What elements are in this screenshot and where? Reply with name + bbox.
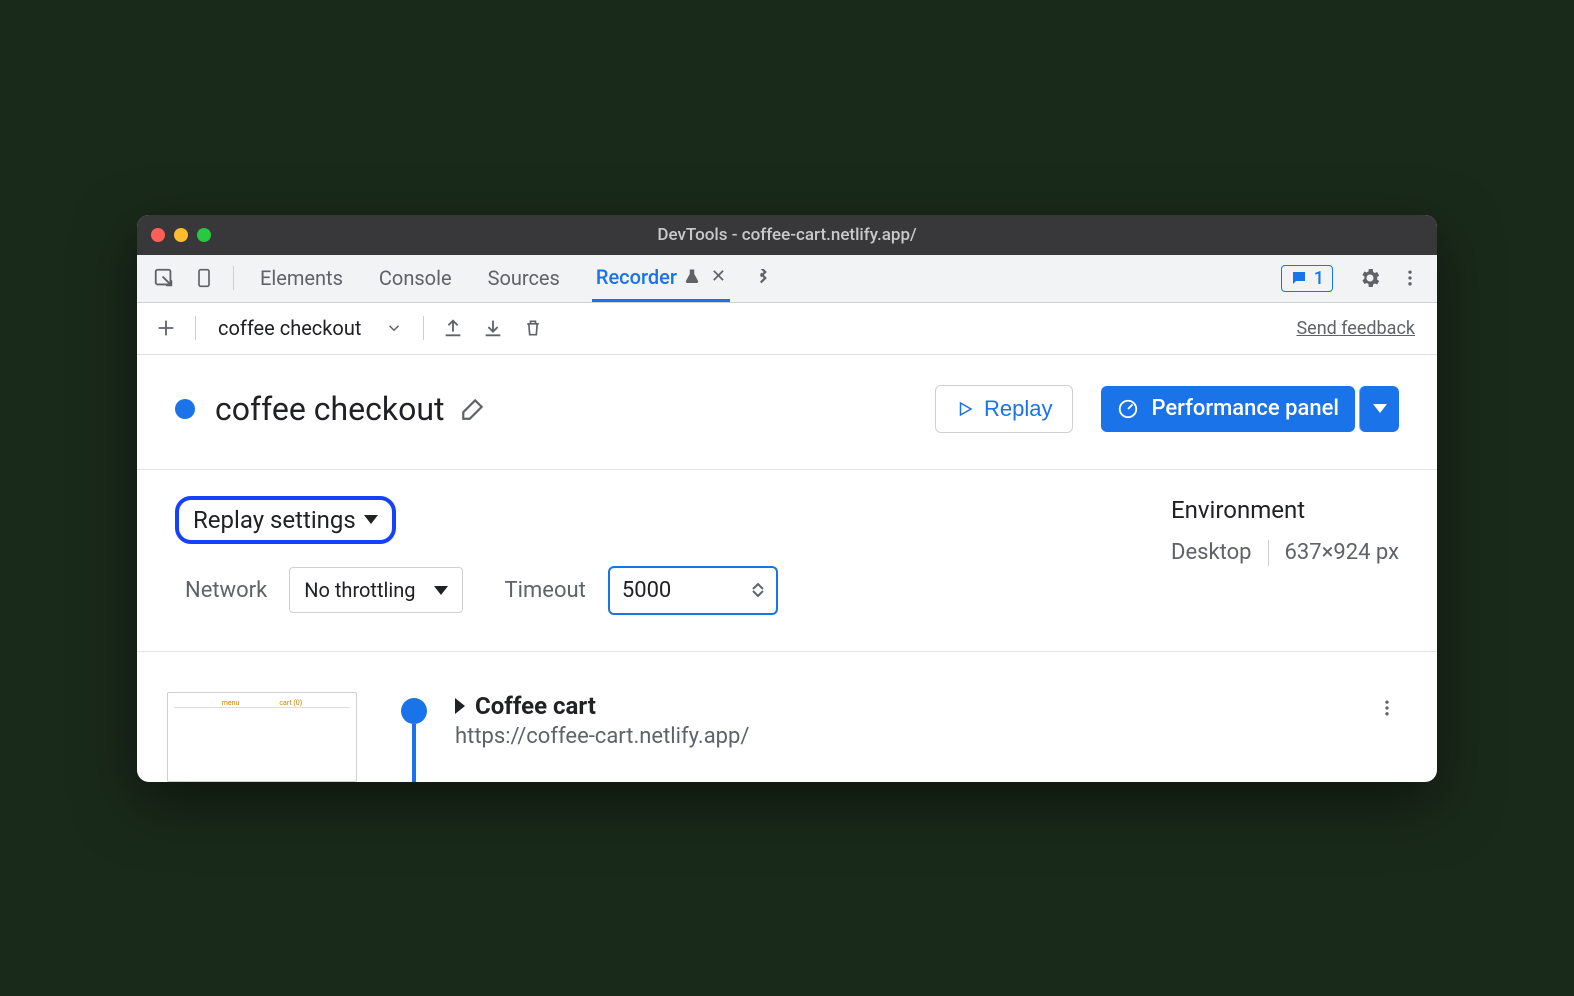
environment-title: Environment — [1171, 496, 1399, 524]
step-row[interactable]: Coffee cart https://coffee-cart.netlify.… — [455, 692, 1363, 749]
replay-settings-section: Replay settings Network No throttling Ti… — [137, 470, 1437, 652]
replay-settings-label: Replay settings — [193, 506, 356, 534]
recorder-toolbar: coffee checkout Send feedback — [137, 303, 1437, 355]
performance-panel-group: Performance panel — [1087, 386, 1399, 432]
tab-sources[interactable]: Sources — [484, 255, 564, 302]
issues-button[interactable]: 1 — [1281, 265, 1333, 292]
gauge-icon — [1117, 398, 1139, 420]
recording-title: coffee checkout — [215, 390, 444, 428]
close-tab-icon[interactable]: ✕ — [711, 266, 726, 287]
issues-count: 1 — [1314, 268, 1324, 289]
environment-info: Environment Desktop 637×924 px — [1171, 496, 1399, 566]
close-window-button[interactable] — [151, 228, 165, 242]
recording-selector-label: coffee checkout — [218, 316, 361, 340]
environment-dimensions: 637×924 px — [1285, 540, 1400, 565]
maximize-window-button[interactable] — [197, 228, 211, 242]
chevron-down-icon — [434, 586, 448, 595]
message-icon — [1290, 269, 1308, 287]
flask-icon — [683, 268, 701, 286]
divider — [423, 316, 424, 340]
inspect-element-icon[interactable] — [147, 261, 181, 295]
window-title: DevTools - coffee-cart.netlify.app/ — [137, 225, 1437, 245]
expand-step-icon[interactable] — [455, 698, 465, 714]
step-more-menu[interactable] — [1377, 698, 1397, 718]
divider — [195, 316, 196, 340]
traffic-lights — [151, 228, 211, 242]
number-stepper[interactable] — [752, 582, 764, 598]
tab-recorder-label: Recorder — [596, 265, 677, 289]
timeout-label: Timeout — [505, 578, 586, 603]
tab-recorder[interactable]: Recorder ✕ — [592, 255, 730, 302]
recording-selector-caret[interactable] — [377, 311, 411, 345]
replay-button[interactable]: Replay — [935, 385, 1073, 433]
more-tabs-icon[interactable] — [746, 261, 780, 295]
chevron-down-icon — [1373, 404, 1387, 413]
new-recording-button[interactable] — [149, 311, 183, 345]
devtools-tabbar: Elements Console Sources Recorder ✕ 1 — [137, 255, 1437, 303]
export-icon[interactable] — [436, 311, 470, 345]
network-label: Network — [185, 578, 267, 603]
timeout-input[interactable]: 5000 — [608, 566, 778, 615]
performance-panel-label: Performance panel — [1151, 396, 1339, 421]
chevron-down-icon — [364, 515, 378, 524]
devtools-window: DevTools - coffee-cart.netlify.app/ Elem… — [137, 215, 1437, 782]
settings-controls-row: Network No throttling Timeout 5000 — [185, 566, 1111, 615]
titlebar: DevTools - coffee-cart.netlify.app/ — [137, 215, 1437, 255]
step-title: Coffee cart — [475, 692, 596, 720]
recording-header: coffee checkout Replay Performance panel — [137, 355, 1437, 470]
step-url: https://coffee-cart.netlify.app/ — [455, 724, 1363, 749]
import-icon[interactable] — [476, 311, 510, 345]
divider — [1268, 540, 1269, 566]
minimize-window-button[interactable] — [174, 228, 188, 242]
tab-console[interactable]: Console — [375, 255, 456, 302]
send-feedback-link[interactable]: Send feedback — [1296, 318, 1415, 339]
environment-device: Desktop — [1171, 540, 1252, 565]
kebab-menu-icon[interactable] — [1393, 261, 1427, 295]
delete-icon[interactable] — [516, 311, 550, 345]
play-icon — [956, 400, 974, 418]
recording-status-dot — [175, 399, 195, 419]
replay-settings-toggle[interactable]: Replay settings — [175, 496, 396, 544]
device-toolbar-icon[interactable] — [187, 261, 221, 295]
timeline-node — [401, 698, 427, 724]
performance-panel-button[interactable]: Performance panel — [1101, 386, 1355, 432]
performance-panel-dropdown[interactable] — [1359, 386, 1399, 432]
stepper-down-icon[interactable] — [752, 590, 764, 598]
network-throttling-select[interactable]: No throttling — [289, 567, 462, 613]
settings-icon[interactable] — [1353, 261, 1387, 295]
tab-elements[interactable]: Elements — [256, 255, 347, 302]
timeout-value: 5000 — [622, 578, 671, 603]
replay-button-label: Replay — [984, 396, 1052, 422]
step-thumbnail: menucart (0) — [167, 692, 357, 782]
stepper-up-icon[interactable] — [752, 582, 764, 590]
edit-title-button[interactable] — [460, 396, 486, 422]
network-throttling-value: No throttling — [304, 578, 415, 602]
divider — [233, 266, 234, 290]
panel-tabs: Elements Console Sources Recorder ✕ — [256, 255, 730, 302]
steps-list: menucart (0) Coffee cart https://coffee-… — [137, 652, 1437, 782]
